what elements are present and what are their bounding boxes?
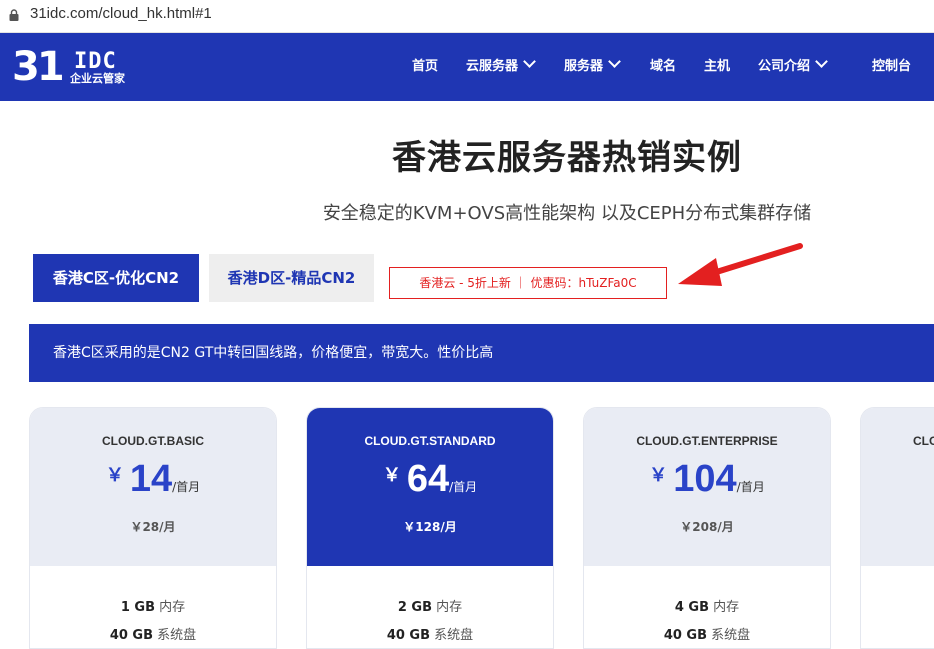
nav-hosting[interactable]: 主机 xyxy=(704,33,730,101)
nav-server-label: 服务器 xyxy=(564,59,604,74)
plan-price: ￥ 104/首月 xyxy=(584,458,830,501)
price-period: /首月 xyxy=(172,480,201,494)
spec-value: 40 GB xyxy=(663,628,708,643)
spec-unit: 内存 xyxy=(159,600,186,615)
nav-cloud-server-label: 云服务器 xyxy=(466,59,519,74)
address-bar[interactable]: 31idc.com/cloud_hk.html#1 xyxy=(0,0,934,33)
price-period: /首月 xyxy=(449,480,478,494)
spec-memory: 4 GB 内存 xyxy=(584,596,830,615)
price-amount: 104 xyxy=(673,458,737,500)
plan-name: CLOUD.GT.STANDARD xyxy=(364,434,496,448)
spec-value: 40 GB xyxy=(386,628,431,643)
nav-console[interactable]: 控制台 xyxy=(872,33,911,101)
url-text[interactable]: 31idc.com/cloud_hk.html#1 xyxy=(30,5,212,22)
spec-unit: 系统盘 xyxy=(157,628,197,643)
price-period: /首月 xyxy=(736,480,765,494)
plan-card-standard[interactable]: CLOUD.GT.STANDARD ￥ 64/首月 ￥128/月 2 GB 内存 … xyxy=(306,407,554,649)
plan-card-partial[interactable]: CLO xyxy=(860,407,934,649)
nav-home-label: 首页 xyxy=(412,59,439,74)
nav-domain[interactable]: 域名 xyxy=(650,33,676,101)
spec-value: 2 GB xyxy=(397,600,432,615)
nav-console-label: 控制台 xyxy=(872,59,912,74)
currency-symbol: ￥ xyxy=(649,465,668,486)
currency-symbol: ￥ xyxy=(105,465,124,486)
currency-symbol: ￥ xyxy=(382,465,401,486)
plan-card-basic[interactable]: CLOUD.GT.BASIC ￥ 14/首月 ￥28/月 1 GB 内存 40 G… xyxy=(29,407,277,649)
original-price: ￥28/月 xyxy=(130,520,176,534)
site-logo[interactable]: 31 IDC 企业云管家 xyxy=(12,44,136,90)
spec-unit: 内存 xyxy=(436,600,463,615)
tab-hk-c[interactable]: 香港C区-优化CN2 xyxy=(33,254,199,302)
original-price: ￥128/月 xyxy=(403,520,457,534)
page-title: 香港云服务器热销实例 xyxy=(392,138,742,178)
plan-price: ￥ 64/首月 xyxy=(307,458,553,501)
spec-unit: 系统盘 xyxy=(711,628,751,643)
spec-memory: 1 GB 内存 xyxy=(30,596,276,615)
plan-name: CLOUD.GT.ENTERPRISE xyxy=(636,434,778,448)
promo-code-box: 香港云 - 5折上新 ｜ 优惠码：hTuZFa0C xyxy=(389,267,667,299)
region-info-bar: 香港C区采用的是CN2 GT中转回国线路，价格便宜，带宽大。性价比高 xyxy=(29,324,934,382)
plan-name: CLOUD.GT.BASIC xyxy=(102,434,204,448)
nav-domain-label: 域名 xyxy=(650,59,677,74)
nav-home[interactable]: 首页 xyxy=(412,33,438,101)
spec-value: 40 GB xyxy=(109,628,154,643)
logo-number: 31 xyxy=(12,44,65,90)
logo-subtitle: 企业云管家 xyxy=(70,72,125,85)
chevron-down-icon xyxy=(815,55,828,68)
lock-icon xyxy=(9,9,19,21)
chevron-down-icon xyxy=(608,55,621,68)
spec-disk: 40 GB 系统盘 xyxy=(307,624,553,643)
price-amount: 64 xyxy=(406,458,450,500)
spec-disk: 40 GB 系统盘 xyxy=(30,624,276,643)
nav-hosting-label: 主机 xyxy=(704,59,731,74)
tab-hk-d[interactable]: 香港D区-精品CN2 xyxy=(209,254,374,302)
spec-disk: 40 GB 系统盘 xyxy=(584,624,830,643)
nav-server[interactable]: 服务器 xyxy=(564,33,621,101)
nav-about[interactable]: 公司介绍 xyxy=(758,33,828,101)
spec-value: 1 GB xyxy=(120,600,155,615)
card-header xyxy=(861,408,934,566)
spec-unit: 系统盘 xyxy=(434,628,474,643)
chevron-down-icon xyxy=(523,55,536,68)
price-amount: 14 xyxy=(129,458,173,500)
plan-card-enterprise[interactable]: CLOUD.GT.ENTERPRISE ￥ 104/首月 ￥208/月 4 GB … xyxy=(583,407,831,649)
spec-unit: 内存 xyxy=(713,600,740,615)
nav-about-label: 公司介绍 xyxy=(758,59,811,74)
logo-letters: IDC xyxy=(74,49,117,74)
spec-value: 4 GB xyxy=(674,600,709,615)
spec-memory: 2 GB 内存 xyxy=(307,596,553,615)
nav-cloud-server[interactable]: 云服务器 xyxy=(466,33,536,101)
site-header: 31 IDC 企业云管家 首页 云服务器 服务器 域名 主机 公司介绍 控制台 xyxy=(0,33,934,101)
plan-name: CLO xyxy=(913,434,934,448)
original-price: ￥208/月 xyxy=(680,520,734,534)
red-arrow-annotation xyxy=(678,243,803,286)
plan-price: ￥ 14/首月 xyxy=(30,458,276,501)
page-subtitle: 安全稳定的KVM+OVS高性能架构 以及CEPH分布式集群存储 xyxy=(322,203,812,224)
